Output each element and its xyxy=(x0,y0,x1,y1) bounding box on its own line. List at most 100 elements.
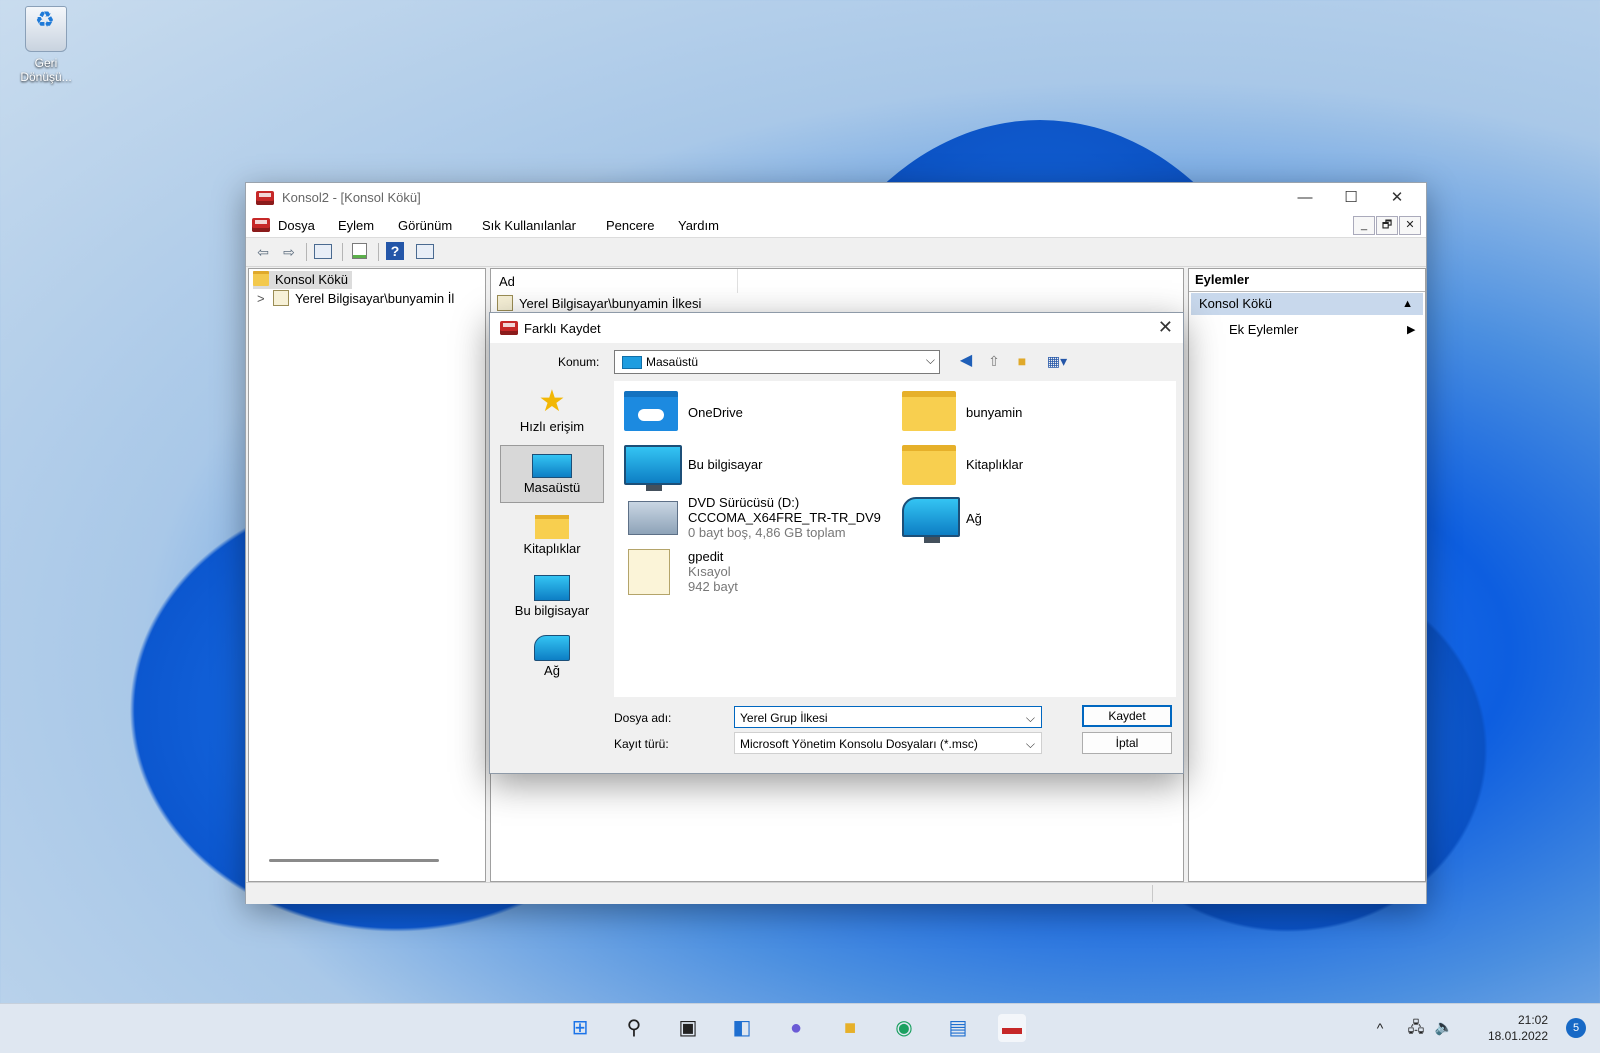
place-label: Ağ xyxy=(544,663,560,678)
up-folder-icon[interactable]: ⇧ xyxy=(984,352,1004,370)
file-item-dvd[interactable]: DVD Sürücüsü (D:) CCCOMA_X64FRE_TR-TR_DV… xyxy=(614,493,884,547)
place-label: Kitaplıklar xyxy=(523,541,581,556)
column-header-ad[interactable]: Ad xyxy=(491,269,738,293)
new-folder-icon[interactable]: ■ xyxy=(1012,352,1032,370)
mmc-taskbar-icon[interactable]: ▬ xyxy=(998,1014,1026,1042)
toolbar-separator xyxy=(378,243,379,261)
store-icon[interactable]: ▤ xyxy=(944,1014,972,1042)
action-ek-eylemler[interactable]: Ek Eylemler xyxy=(1229,319,1298,341)
menu-dosya[interactable]: Dosya xyxy=(278,218,315,233)
notification-badge[interactable]: 5 xyxy=(1566,1018,1586,1038)
menu-yardim[interactable]: Yardım xyxy=(678,218,719,233)
toolbar: ⇦ ⇨ ? xyxy=(246,238,1426,267)
help-icon[interactable]: ? xyxy=(386,242,404,260)
filetype-value: Microsoft Yönetim Konsolu Dosyaları (*.m… xyxy=(740,737,978,751)
file-explorer-icon[interactable]: ■ xyxy=(836,1014,864,1042)
title-bar[interactable]: Konsol2 - [Konsol Kökü] — ☐ ✕ xyxy=(246,183,1426,213)
status-divider xyxy=(1152,885,1153,902)
filename-label: Dosya adı: xyxy=(614,711,672,725)
show-tree-icon[interactable] xyxy=(312,242,334,262)
filename-value: Yerel Grup İlkesi xyxy=(740,711,828,725)
chevron-down-icon[interactable]: ⌵ xyxy=(1026,733,1035,755)
chevron-down-icon[interactable]: ⌵ xyxy=(926,353,935,368)
submenu-arrow-icon[interactable]: ▶ xyxy=(1407,323,1415,336)
recycle-bin[interactable]: Geri Dönüşü... xyxy=(10,6,82,84)
export-list-icon[interactable] xyxy=(348,242,370,262)
location-combobox[interactable]: Masaüstü ⌵ xyxy=(614,350,940,374)
menu-sik-kullanilanlar[interactable]: Sık Kullanılanlar xyxy=(482,218,576,233)
place-masaustu[interactable]: Masaüstü xyxy=(500,445,604,503)
show-action-pane-icon[interactable] xyxy=(414,242,436,262)
cancel-button[interactable]: İptal xyxy=(1082,732,1172,754)
expand-chevron-icon[interactable]: > xyxy=(257,290,273,308)
clock[interactable]: 21:02 18.01.2022 xyxy=(1488,1012,1548,1044)
place-label: Bu bilgisayar xyxy=(514,603,590,618)
network-tray-icon[interactable]: 🖧 xyxy=(1402,1014,1430,1042)
back-circle-icon[interactable]: ◀ xyxy=(956,352,976,370)
onedrive-folder-icon xyxy=(624,391,678,431)
file-item-onedrive[interactable]: OneDrive xyxy=(614,387,884,439)
dialog-close-button[interactable]: ✕ xyxy=(1158,317,1173,338)
file-item-gpedit[interactable]: gpedit Kısayol 942 bayt xyxy=(614,547,884,603)
computer-icon xyxy=(624,445,682,491)
forward-arrow-icon[interactable]: ⇨ xyxy=(278,242,300,262)
tree-pane: Konsol Kökü > Yerel Bilgisayar\bunyamin İ… xyxy=(248,268,486,882)
mmc-app-icon xyxy=(500,321,518,335)
widgets-icon[interactable]: ◧ xyxy=(728,1014,756,1042)
search-icon[interactable]: ⚲ xyxy=(620,1014,648,1042)
place-hizli-erisim[interactable]: ★ Hızlı erişim xyxy=(500,387,604,445)
desktop-icon xyxy=(532,454,572,478)
tree-item-konsol-koku[interactable]: Konsol Kökü xyxy=(253,271,352,289)
tree-item-yerel-bilgisayar[interactable]: > Yerel Bilgisayar\bunyamin İl xyxy=(257,290,454,308)
recycle-bin-label: Geri Dönüşü... xyxy=(20,56,72,84)
file-item-name: bunyamin xyxy=(966,405,1023,420)
filename-input[interactable]: Yerel Grup İlkesi ⌵ xyxy=(734,706,1042,728)
maximize-button[interactable]: ☐ xyxy=(1328,185,1374,211)
place-ag[interactable]: Ağ xyxy=(500,631,604,691)
view-menu-icon[interactable]: ▦▾ xyxy=(1042,352,1072,370)
file-item-name: Kitaplıklar xyxy=(966,457,1024,472)
edge-icon[interactable]: ◉ xyxy=(890,1014,918,1042)
mdi-minimize-button[interactable]: _ xyxy=(1353,216,1375,235)
tray-chevron-icon[interactable]: ^ xyxy=(1366,1014,1394,1042)
result-row[interactable]: Yerel Bilgisayar\bunyamin İlkesi xyxy=(497,295,701,313)
mmc-app-icon xyxy=(256,191,274,205)
horizontal-scrollbar[interactable] xyxy=(269,859,439,862)
column-header-label: Ad xyxy=(499,274,515,289)
file-item-size: 942 bayt xyxy=(688,579,738,594)
mdi-close-button[interactable]: ✕ xyxy=(1399,216,1421,235)
place-kitapliklar[interactable]: Kitaplıklar xyxy=(500,511,604,569)
menu-gorunum[interactable]: Görünüm xyxy=(398,218,452,233)
start-icon[interactable]: ⊞ xyxy=(566,1014,594,1042)
save-button[interactable]: Kaydet xyxy=(1082,705,1172,727)
status-bar xyxy=(246,882,1426,904)
file-item-bu-bilgisayar[interactable]: Bu bilgisayar xyxy=(614,441,884,493)
minimize-button[interactable]: — xyxy=(1282,185,1328,211)
file-item-bunyamin[interactable]: bunyamin xyxy=(892,387,1162,439)
back-arrow-icon[interactable]: ⇦ xyxy=(252,242,274,262)
menu-eylem[interactable]: Eylem xyxy=(338,218,374,233)
shortcut-document-icon xyxy=(628,549,670,595)
mdi-restore-button[interactable]: 🗗 xyxy=(1376,216,1398,235)
collapse-arrow-icon[interactable]: ▲ xyxy=(1394,293,1413,315)
filetype-select[interactable]: Microsoft Yönetim Konsolu Dosyaları (*.m… xyxy=(734,732,1042,754)
dialog-title: Farklı Kaydet xyxy=(524,321,601,336)
file-item-kitapliklar[interactable]: Kitaplıklar xyxy=(892,441,1162,493)
close-button[interactable]: ✕ xyxy=(1374,185,1420,211)
chat-icon[interactable]: ● xyxy=(782,1014,810,1042)
actions-section-konsol-koku[interactable]: Konsol Kökü ▲ xyxy=(1191,293,1423,315)
star-icon: ★ xyxy=(538,385,566,418)
menu-pencere[interactable]: Pencere xyxy=(606,218,654,233)
location-value: Masaüstü xyxy=(646,355,699,369)
clock-date: 18.01.2022 xyxy=(1487,1029,1548,1043)
chevron-down-icon[interactable]: ⌵ xyxy=(1026,707,1035,729)
volume-icon[interactable]: 🔈 xyxy=(1430,1014,1458,1042)
console-menu-icon[interactable] xyxy=(252,218,270,232)
result-row-label: Yerel Bilgisayar\bunyamin İlkesi xyxy=(519,296,702,311)
taskbar: ⊞ ⚲ ▣ ◧ ● ■ ◉ ▤ ▬ ^ 🖧 🔈 21:02 18.01.2022… xyxy=(0,1003,1600,1053)
policy-icon xyxy=(273,290,289,306)
place-bu-bilgisayar[interactable]: Bu bilgisayar xyxy=(500,571,604,631)
file-item-ag[interactable]: Ağ xyxy=(892,493,1162,545)
task-view-icon[interactable]: ▣ xyxy=(674,1014,702,1042)
dialog-title-bar[interactable]: Farklı Kaydet ✕ xyxy=(490,313,1183,343)
